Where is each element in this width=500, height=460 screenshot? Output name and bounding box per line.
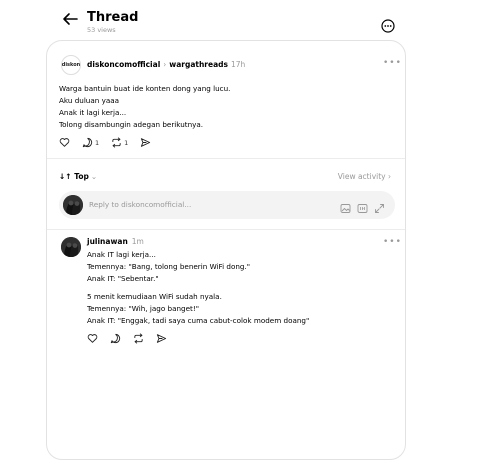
more-circle-icon[interactable] <box>381 18 395 33</box>
comment-header: julinawan 1m <box>87 237 144 246</box>
comment-line: Temennya: "Bang, tolong benerin WiFi don… <box>87 262 251 271</box>
repost-icon <box>112 137 121 148</box>
post-line: Tolong disambungin adegan berikutnya. <box>59 120 204 129</box>
comment-like-button[interactable] <box>87 333 98 344</box>
page-title: Thread <box>87 10 139 25</box>
comment-line: Anak IT lagi kerja... <box>87 250 156 259</box>
comment-share-button[interactable] <box>156 333 167 344</box>
comment-text: Anak IT lagi kerja... Temennya: "Bang, t… <box>87 249 309 327</box>
gif-icon[interactable] <box>357 199 368 213</box>
reply-placeholder: Reply to diskoncomofficial... <box>89 200 192 209</box>
comment-author[interactable]: julinawan <box>87 237 128 246</box>
chevron-down-icon: ⌄ <box>90 172 98 181</box>
post-author[interactable]: diskoncomofficial <box>87 60 160 69</box>
user-avatar <box>63 195 83 215</box>
author-avatar[interactable]: diskon <box>61 55 81 75</box>
back-arrow-icon[interactable] <box>60 11 80 27</box>
title-group: Thread 53 views <box>87 10 138 34</box>
comment-line: Anak IT: "Enggak, tadi saya cuma cabut-c… <box>87 316 310 325</box>
comment-icon <box>110 333 121 344</box>
heart-icon <box>87 334 98 343</box>
views-count: 53 views <box>87 26 116 34</box>
comment-more-icon[interactable]: ••• <box>383 237 402 247</box>
post-line: Aku duluan yaaa <box>59 96 120 105</box>
post-header: diskoncomofficial › wargathreads 17h <box>87 60 245 70</box>
post-actions: 1 1 <box>59 137 163 148</box>
expand-icon[interactable] <box>374 199 385 213</box>
heart-icon <box>59 138 70 147</box>
reply-button[interactable]: 1 <box>82 137 99 148</box>
like-button[interactable] <box>59 137 70 148</box>
repost-count: 1 <box>124 138 129 147</box>
comment-repost-button[interactable] <box>133 333 144 344</box>
post-more-icon[interactable]: ••• <box>383 58 402 68</box>
repost-icon <box>134 333 143 344</box>
send-icon <box>141 138 151 147</box>
gallery-icon[interactable] <box>340 199 351 213</box>
share-button[interactable] <box>140 137 151 148</box>
comment-line: Anak IT: "Sebentar." <box>87 274 159 283</box>
post-line: Anak it lagi kerja... <box>59 108 127 117</box>
comment-time: 1m <box>131 237 144 246</box>
divider <box>47 229 405 230</box>
comment-line: Temennya: "Wih, jago banget!" <box>87 304 200 313</box>
comment-line: 5 menit kemudiaan WiFi sudah nyala. <box>87 292 222 301</box>
sort-label: Top <box>74 172 89 181</box>
thread-card: diskon diskoncomofficial › wargathreads 17h… <box>46 40 406 460</box>
post-line: Warga bantuin buat ide konten dong yang … <box>59 84 231 93</box>
post-reposter[interactable]: wargathreads <box>169 60 228 69</box>
sort-dropdown[interactable]: ↓↑ Top ⌄ <box>59 172 97 181</box>
post-text: Warga bantuin buat ide konten dong yang … <box>59 83 230 131</box>
commenter-avatar[interactable] <box>61 237 81 257</box>
reply-input[interactable]: Reply to diskoncomofficial... <box>59 191 395 219</box>
top-bar: Thread 53 views <box>0 0 500 40</box>
comment-icon <box>82 137 93 148</box>
divider <box>47 158 405 159</box>
sort-arrows-icon: ↓↑ <box>59 172 72 181</box>
send-icon <box>156 334 167 343</box>
reply-tools <box>334 199 385 213</box>
comment-actions <box>87 333 179 344</box>
avatar-logo-text: diskon <box>61 62 81 68</box>
post-time: 17h <box>231 60 246 69</box>
repost-button[interactable]: 1 <box>111 137 128 148</box>
view-activity-link[interactable]: View activity › <box>338 172 391 181</box>
comment-reply-button[interactable] <box>110 333 121 344</box>
reply-count: 1 <box>95 138 100 147</box>
repost-separator: › <box>163 60 167 69</box>
